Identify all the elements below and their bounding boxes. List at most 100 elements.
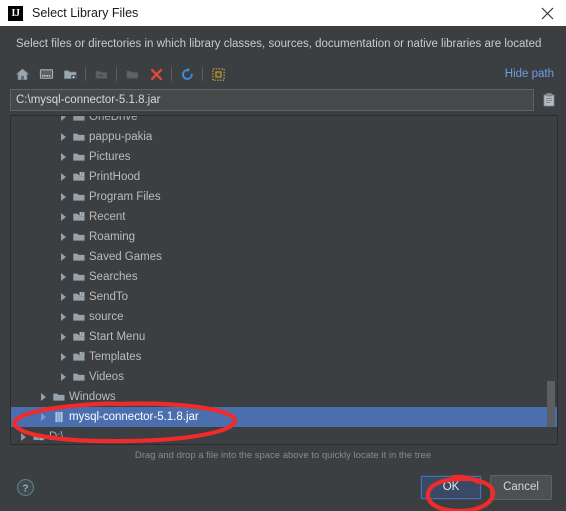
tree-row-label: Windows [69, 391, 116, 403]
open-folder-icon[interactable] [120, 63, 144, 85]
tree-row[interactable]: SendTo [11, 287, 557, 307]
tree-row-label: Saved Games [89, 251, 162, 263]
tree-row[interactable]: Saved Games [11, 247, 557, 267]
cancel-button[interactable]: Cancel [490, 474, 552, 500]
path-input[interactable] [10, 89, 534, 111]
tree-row-label: Program Files [89, 191, 161, 203]
tree-vertical-scrollbar[interactable] [546, 117, 556, 443]
folder-icon [70, 147, 87, 167]
show-hidden-files-icon[interactable] [206, 63, 230, 85]
expand-arrow-icon[interactable] [37, 387, 50, 407]
folder-shortcut-icon [70, 207, 87, 227]
tree-row-selected[interactable]: mysql-connector-5.1.8.jar [11, 407, 557, 427]
tree-row-label: Pictures [89, 151, 131, 163]
tree-row-label: Roaming [89, 231, 136, 243]
toolbar-separator [202, 67, 203, 81]
ok-button[interactable]: OK [420, 474, 482, 500]
expand-arrow-icon[interactable] [57, 267, 70, 287]
tree-row-label: Templates [89, 351, 142, 363]
title-bar: IJ Select Library Files [0, 0, 566, 26]
tree-row[interactable]: Windows [11, 387, 557, 407]
dialog-footer: ? OK Cancel [0, 467, 566, 511]
select-library-files-dialog: IJ Select Library Files Select files or … [0, 0, 566, 511]
tree-row[interactable]: Recent [11, 207, 557, 227]
refresh-icon[interactable] [175, 63, 199, 85]
drive-icon [30, 427, 47, 444]
folder-shortcut-icon [70, 287, 87, 307]
tree-row-label: OneDrive [89, 115, 138, 123]
tree-row-label: Recent [89, 211, 126, 223]
expand-arrow-icon[interactable] [57, 116, 70, 127]
expand-arrow-icon[interactable] [57, 187, 70, 207]
toolbar-separator [171, 67, 172, 81]
tree-row[interactable]: Videos [11, 367, 557, 387]
expand-arrow-icon[interactable] [57, 167, 70, 187]
folder-icon [70, 127, 87, 147]
expand-arrow-icon[interactable] [57, 227, 70, 247]
tree-row[interactable]: Searches [11, 267, 557, 287]
expand-arrow-icon[interactable] [57, 127, 70, 147]
tree-row[interactable]: source [11, 307, 557, 327]
tree-row[interactable]: PrintHood [11, 167, 557, 187]
folder-icon [50, 387, 67, 407]
desktop-icon[interactable] [34, 63, 58, 85]
expand-arrow-icon[interactable] [57, 327, 70, 347]
tree-row[interactable]: Roaming [11, 227, 557, 247]
paste-clipboard-icon[interactable] [538, 89, 560, 111]
delete-icon[interactable] [144, 63, 168, 85]
expand-arrow-icon[interactable] [57, 347, 70, 367]
help-question-icon[interactable]: ? [14, 476, 36, 498]
expand-arrow-icon[interactable] [57, 207, 70, 227]
tree-row[interactable]: Pictures [11, 147, 557, 167]
window-title: Select Library Files [32, 6, 139, 20]
tree-row[interactable]: Program Files [11, 187, 557, 207]
file-tree-panel: OneDrive pappu-pakia Pictures PrintHood Prog… [10, 115, 558, 445]
close-icon[interactable] [534, 0, 560, 26]
expand-arrow-icon[interactable] [57, 147, 70, 167]
tree-row-label: SendTo [89, 291, 129, 303]
hide-path-link[interactable]: Hide path [505, 68, 558, 80]
expand-arrow-icon[interactable] [57, 367, 70, 387]
folder-icon [70, 307, 87, 327]
folder-icon [70, 116, 87, 127]
expand-arrow-icon[interactable] [57, 307, 70, 327]
folder-shortcut-icon [70, 167, 87, 187]
tree-row[interactable]: D:\ [11, 427, 557, 444]
tree-row[interactable]: Templates [11, 347, 557, 367]
new-folder-icon[interactable] [58, 63, 82, 85]
expand-arrow-icon[interactable] [17, 427, 30, 444]
intellij-idea-icon: IJ [8, 5, 23, 21]
tree-row-label: Videos [89, 371, 124, 383]
svg-text:?: ? [22, 483, 28, 494]
folder-icon [70, 247, 87, 267]
tree-row[interactable]: Start Menu [11, 327, 557, 347]
dialog-description: Select files or directories in which lib… [16, 38, 542, 50]
folder-icon [70, 267, 87, 287]
tree-row-label: PrintHood [89, 171, 141, 183]
path-row [0, 88, 566, 112]
expand-arrow-icon[interactable] [37, 407, 50, 427]
file-chooser-toolbar: Hide path [0, 60, 566, 88]
folder-icon [70, 227, 87, 247]
folder-shortcut-icon [70, 327, 87, 347]
toolbar-separator [85, 67, 86, 81]
collapse-folder-icon[interactable] [89, 63, 113, 85]
tree-row-label: Searches [89, 271, 138, 283]
tree-row-label: Start Menu [89, 331, 146, 343]
tree-row-label: pappu-pakia [89, 131, 153, 143]
tree-row[interactable]: OneDrive [11, 115, 557, 127]
folder-icon [70, 367, 87, 387]
jar-archive-icon [50, 407, 67, 427]
tree-row-label: D:\ [49, 431, 64, 443]
home-icon[interactable] [10, 63, 34, 85]
file-tree[interactable]: OneDrive pappu-pakia Pictures PrintHood Prog… [11, 115, 557, 444]
tree-row-label: source [89, 311, 124, 323]
drag-drop-hint: Drag and drop a file into the space abov… [134, 450, 432, 461]
expand-arrow-icon[interactable] [57, 287, 70, 307]
tree-row[interactable]: pappu-pakia [11, 127, 557, 147]
folder-shortcut-icon [70, 347, 87, 367]
toolbar-separator [116, 67, 117, 81]
expand-arrow-icon[interactable] [57, 247, 70, 267]
tree-row-label: mysql-connector-5.1.8.jar [69, 411, 199, 423]
tree-scrollbar-thumb[interactable] [547, 381, 555, 427]
